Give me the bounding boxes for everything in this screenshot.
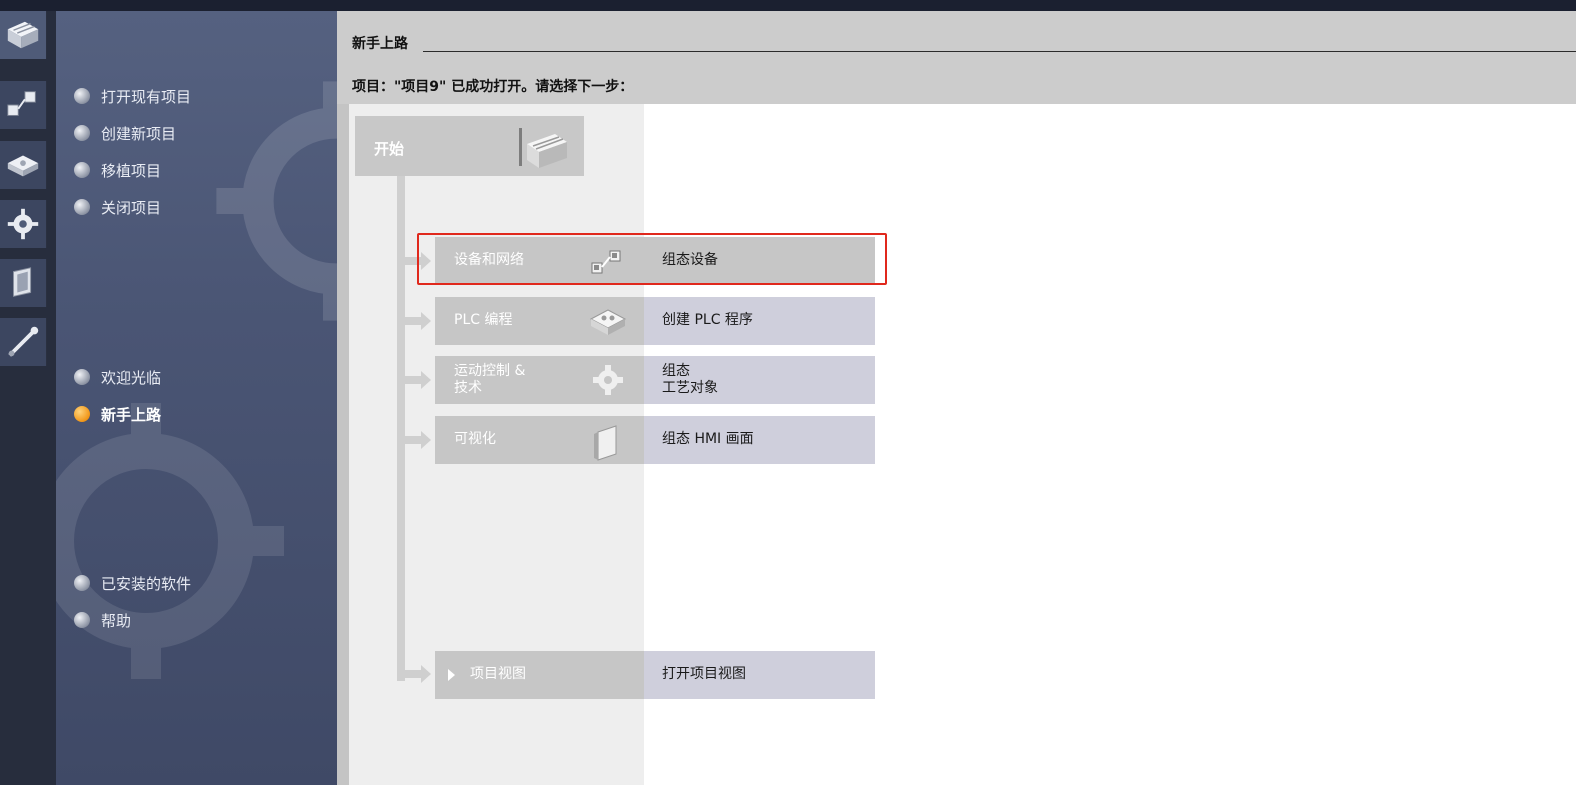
bullet-icon <box>74 575 90 591</box>
step-action: 组态 HMI 画面 <box>662 431 754 447</box>
motion-control-icon <box>7 208 39 240</box>
first-steps-content: 新手上路 项目："项目9" 已成功打开。请选择下一步： 开始 设备和网络 组态设… <box>337 11 1576 785</box>
flow-trunk-line <box>397 176 405 681</box>
nav-welcome[interactable]: 欢迎光临 <box>74 364 161 390</box>
rail-devices-button[interactable] <box>0 81 47 129</box>
nav-item-label: 创建新项目 <box>101 124 177 143</box>
step-action: 组态设备 <box>662 252 718 268</box>
step-label: 项目视图 <box>470 666 526 682</box>
start-button[interactable]: 开始 <box>355 116 584 176</box>
arrow-icon <box>421 431 431 449</box>
rail-visualization-button[interactable] <box>0 259 47 307</box>
portal-rail <box>0 11 56 785</box>
bullet-icon <box>74 369 90 385</box>
plc-programming-icon <box>7 155 39 177</box>
flow-branch <box>397 670 423 678</box>
nav-open-project[interactable]: 打开现有项目 <box>74 83 191 109</box>
arrow-icon <box>421 371 431 389</box>
bullet-icon <box>74 199 90 215</box>
nav-item-label: 关闭项目 <box>101 198 162 217</box>
title-underline <box>423 51 1576 52</box>
step-motion-control[interactable]: 运动控制 & 技术 组态 工艺对象 <box>435 356 875 404</box>
arrow-icon <box>421 252 431 270</box>
step-project-view[interactable]: 项目视图 打开项目视图 <box>435 651 875 699</box>
step-devices-networks[interactable]: 设备和网络 组态设备 <box>435 237 875 285</box>
nav-close-project[interactable]: 关闭项目 <box>74 194 161 220</box>
gear-decoration-icon <box>56 403 284 679</box>
nav-help[interactable]: 帮助 <box>74 607 131 633</box>
step-action: 打开项目视图 <box>662 666 746 682</box>
content-header: 新手上路 项目："项目9" 已成功打开。请选择下一步： <box>337 11 1576 104</box>
caret-right-icon <box>448 669 455 681</box>
rail-motion-button[interactable] <box>0 200 47 248</box>
page-title: 新手上路 <box>352 36 408 52</box>
panel-divider[interactable] <box>337 11 349 785</box>
active-bullet-icon <box>74 406 90 422</box>
project-status-text: 项目："项目9" 已成功打开。请选择下一步： <box>352 79 634 95</box>
rail-plc-button[interactable] <box>0 141 47 189</box>
flow-branch <box>397 317 423 325</box>
title-strip <box>0 0 1576 11</box>
step-label: 设备和网络 <box>454 252 524 268</box>
arrow-icon <box>421 312 431 330</box>
step-label: 运动控制 & 技术 <box>454 363 526 396</box>
step-visualization[interactable]: 可视化 组态 HMI 画面 <box>435 416 875 464</box>
plc-programming-icon <box>589 309 627 335</box>
step-action: 组态 工艺对象 <box>662 363 718 396</box>
gear-decoration-icon <box>216 81 337 321</box>
arrow-icon <box>421 665 431 683</box>
visualization-icon <box>13 267 32 297</box>
nav-item-label: 移植项目 <box>101 161 162 180</box>
start-label: 开始 <box>374 140 405 158</box>
online-diagnostics-icon <box>8 326 39 357</box>
flow-branch <box>397 376 423 384</box>
flow-branch <box>397 257 423 265</box>
step-label: 可视化 <box>454 431 496 447</box>
flow-branch <box>397 436 423 444</box>
nav-item-label: 打开现有项目 <box>101 87 192 106</box>
step-plc-programming[interactable]: PLC 编程 创建 PLC 程序 <box>435 297 875 345</box>
visualization-icon <box>594 425 617 461</box>
motion-control-icon <box>593 365 623 395</box>
start-stairs-icon <box>519 128 567 168</box>
nav-item-label: 欢迎光临 <box>101 368 162 387</box>
bullet-icon <box>74 162 90 178</box>
devices-networks-icon <box>591 250 621 274</box>
devices-networks-icon <box>7 91 36 116</box>
nav-create-project[interactable]: 创建新项目 <box>74 120 176 146</box>
step-action: 创建 PLC 程序 <box>662 312 753 328</box>
step-left <box>435 651 644 699</box>
start-icon <box>7 21 39 49</box>
rail-start-button[interactable] <box>0 11 47 59</box>
tia-portal-window: 打开现有项目 创建新项目 移植项目 关闭项目 欢迎光临 新手上路 已安装的软件 <box>0 0 1576 785</box>
bullet-icon <box>74 612 90 628</box>
rail-online-button[interactable] <box>0 318 47 366</box>
portal-nav-panel: 打开现有项目 创建新项目 移植项目 关闭项目 欢迎光临 新手上路 已安装的软件 <box>56 11 337 785</box>
nav-item-label: 新手上路 <box>101 405 162 424</box>
nav-migrate-project[interactable]: 移植项目 <box>74 157 161 183</box>
nav-first-steps[interactable]: 新手上路 <box>74 401 161 427</box>
step-label: PLC 编程 <box>454 312 513 328</box>
bullet-icon <box>74 88 90 104</box>
nav-item-label: 已安装的软件 <box>101 574 192 593</box>
nav-installed-software[interactable]: 已安装的软件 <box>74 570 191 596</box>
bullet-icon <box>74 125 90 141</box>
nav-item-label: 帮助 <box>101 611 132 630</box>
